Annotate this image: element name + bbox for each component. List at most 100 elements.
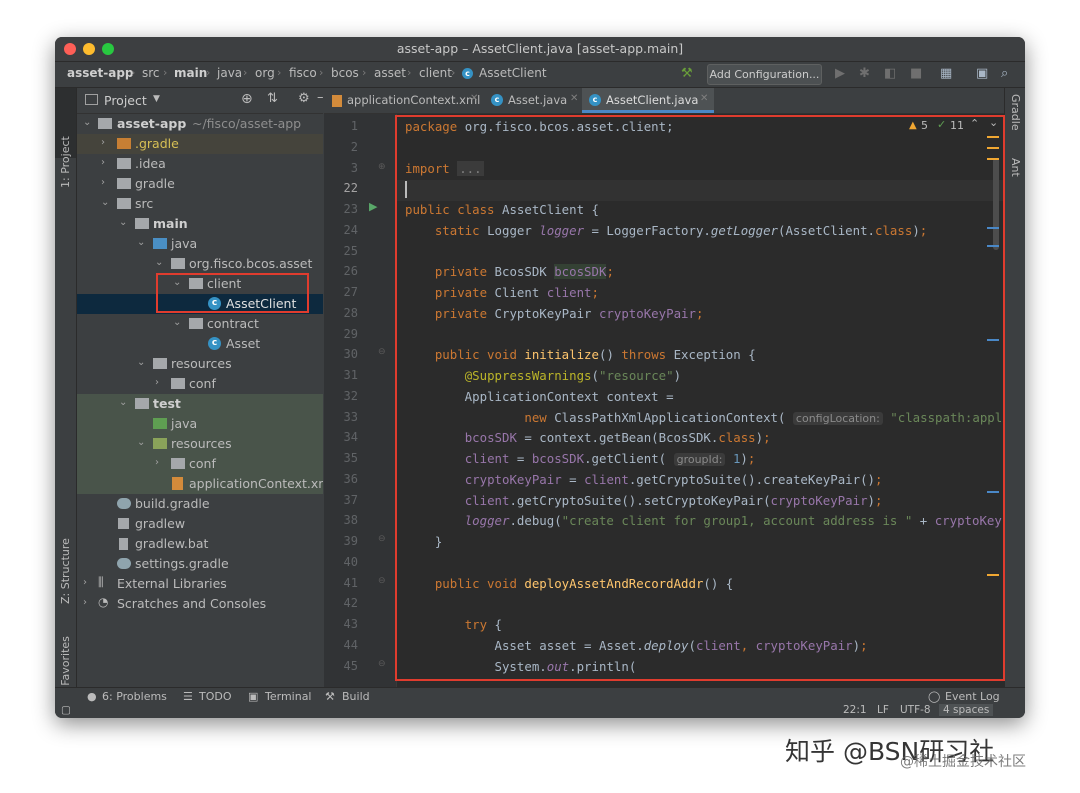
collapse-all-icon[interactable]: ⇅ (267, 91, 278, 106)
tree-item-contract[interactable]: ⌄ contract (77, 314, 323, 334)
coverage-icon[interactable]: ◧ (884, 66, 896, 81)
locate-file-icon[interactable]: ⊕ (241, 91, 253, 107)
breadcrumb-main[interactable]: main (174, 66, 207, 80)
run-class-icon[interactable]: ▶ (369, 200, 377, 213)
tree-item-package[interactable]: ⌄ org.fisco.bcos.asset (77, 254, 323, 274)
breadcrumb-bcos[interactable]: bcos (331, 66, 359, 80)
expanded-arrow-icon[interactable]: ⌄ (119, 217, 127, 228)
tree-item-build-gradle[interactable]: build.gradle (77, 494, 323, 514)
indent-setting[interactable]: 4 spaces (939, 704, 994, 716)
tree-item-gradlew-bat[interactable]: gradlew.bat (77, 534, 323, 554)
tree-item-test-resources[interactable]: ⌄ resources (77, 434, 323, 454)
structure-tool-button[interactable]: Z: Structure (59, 538, 72, 604)
debug-icon[interactable]: ✱ (859, 66, 870, 81)
fold-icon[interactable]: ⊕ (378, 162, 386, 172)
caret-position[interactable]: 22:1 (843, 704, 867, 716)
tree-item-label: asset-app (117, 116, 187, 131)
collapsed-arrow-icon[interactable]: › (101, 137, 105, 148)
collapsed-arrow-icon[interactable]: › (155, 457, 159, 468)
line-number: 23 (343, 202, 358, 216)
breadcrumb-asset-app[interactable]: asset-app (67, 66, 134, 80)
todo-tool-button[interactable]: TODO (199, 690, 232, 703)
chevron-right-icon: › (131, 66, 136, 79)
fold-icon[interactable]: ⊖ (378, 576, 386, 586)
line-number: 29 (343, 327, 358, 341)
breadcrumb-client[interactable]: client (419, 66, 452, 80)
gradle-tool-button[interactable]: Gradle (1009, 94, 1022, 131)
dropdown-icon[interactable]: ▼ (153, 94, 160, 104)
hide-panel-icon[interactable]: – (317, 90, 324, 105)
build-hammer-icon[interactable]: ⚒ (681, 66, 693, 81)
line-separator[interactable]: LF (877, 704, 889, 716)
breadcrumb-assetclient[interactable]: AssetClient (479, 66, 547, 80)
run-icon[interactable]: ▶ (835, 66, 845, 81)
tree-item-asset[interactable]: c Asset (77, 334, 323, 354)
expanded-arrow-icon[interactable]: ⌄ (173, 317, 181, 328)
expanded-arrow-icon[interactable]: ⌄ (119, 397, 127, 408)
breadcrumb-fisco[interactable]: fisco (289, 66, 317, 80)
fold-icon[interactable]: ⊖ (378, 347, 386, 357)
terminal-window-icon[interactable]: ▣ (976, 66, 988, 81)
line-number: 36 (343, 472, 358, 486)
event-log-button[interactable]: Event Log (945, 690, 1000, 703)
tree-item-main[interactable]: ⌄ main (77, 214, 323, 234)
breadcrumb-src[interactable]: src (142, 66, 160, 80)
tab-assetclient[interactable]: c AssetClient.java ✕ (582, 88, 714, 113)
tree-item-test-java[interactable]: java (77, 414, 323, 434)
tree-item-idea[interactable]: › .idea (77, 154, 323, 174)
expanded-arrow-icon[interactable]: ⌄ (83, 117, 91, 128)
project-structure-icon[interactable]: ▦ (940, 66, 952, 81)
close-tab-icon[interactable]: ✕ (570, 93, 578, 104)
tree-item-external-libraries[interactable]: › ⫼ External Libraries (77, 574, 323, 594)
tree-item-applicationcontext[interactable]: applicationContext.xml (77, 474, 323, 494)
file-encoding[interactable]: UTF-8 (900, 704, 931, 716)
expanded-arrow-icon[interactable]: ⌄ (155, 257, 163, 268)
tree-item-java[interactable]: ⌄ java (77, 234, 323, 254)
project-tool-button[interactable]: 1: Project (59, 136, 72, 188)
tree-item-test[interactable]: ⌄ test (77, 394, 323, 414)
terminal-tool-button[interactable]: Terminal (265, 690, 312, 703)
tree-item-src[interactable]: ⌄ src (77, 194, 323, 214)
expanded-arrow-icon[interactable]: ⌄ (137, 357, 145, 368)
expanded-arrow-icon[interactable]: ⌄ (137, 237, 145, 248)
fold-icon[interactable]: ⊖ (378, 659, 386, 669)
line-number: 31 (343, 368, 358, 382)
project-view-selector[interactable]: Project (104, 93, 147, 108)
tree-item-label: applicationContext.xml (189, 476, 323, 491)
tree-item-asset-app[interactable]: ⌄ asset-app ~/fisco/asset-app (77, 114, 323, 134)
search-icon[interactable]: ⌕ (1001, 66, 1008, 81)
fold-icon[interactable]: ⊖ (378, 534, 386, 544)
collapsed-arrow-icon[interactable]: › (155, 377, 159, 388)
close-tab-icon[interactable]: ✕ (470, 93, 478, 104)
tree-item-gradlew[interactable]: gradlew (77, 514, 323, 534)
tree-item-settings-gradle[interactable]: settings.gradle (77, 554, 323, 574)
add-configuration-button[interactable]: Add Configuration... (707, 64, 822, 85)
problems-tool-button[interactable]: 6: Problems (102, 690, 167, 703)
tree-item-gradle[interactable]: › gradle (77, 174, 323, 194)
chevron-right-icon: › (451, 66, 456, 79)
tree-item-resources[interactable]: ⌄ resources (77, 354, 323, 374)
stop-icon[interactable]: ■ (910, 66, 922, 81)
collapsed-arrow-icon[interactable]: › (83, 577, 87, 588)
tab-asset[interactable]: c Asset.java ✕ (484, 88, 582, 113)
tree-item-label: conf (189, 376, 216, 391)
collapsed-arrow-icon[interactable]: › (83, 597, 87, 608)
tree-item-test-conf[interactable]: › conf (77, 454, 323, 474)
tree-item-scratches[interactable]: › ◔ Scratches and Consoles (77, 594, 323, 614)
gear-icon[interactable]: ⚙ (298, 91, 310, 106)
collapsed-arrow-icon[interactable]: › (101, 177, 105, 188)
breadcrumb-java[interactable]: java (217, 66, 242, 80)
line-number: 28 (343, 306, 358, 320)
toggle-tool-windows-icon[interactable]: ▢ (61, 704, 71, 716)
breadcrumb-org[interactable]: org (255, 66, 275, 80)
tree-item-gradle-dir[interactable]: › .gradle (77, 134, 323, 154)
breadcrumb-asset[interactable]: asset (374, 66, 406, 80)
expanded-arrow-icon[interactable]: ⌄ (101, 197, 109, 208)
close-tab-icon[interactable]: ✕ (700, 93, 708, 104)
build-tool-button[interactable]: Build (342, 690, 370, 703)
tab-applicationcontext[interactable]: applicationContext.xml ✕ (324, 88, 484, 113)
ant-tool-button[interactable]: Ant (1009, 158, 1022, 177)
collapsed-arrow-icon[interactable]: › (101, 157, 105, 168)
tree-item-conf[interactable]: › conf (77, 374, 323, 394)
expanded-arrow-icon[interactable]: ⌄ (137, 437, 145, 448)
